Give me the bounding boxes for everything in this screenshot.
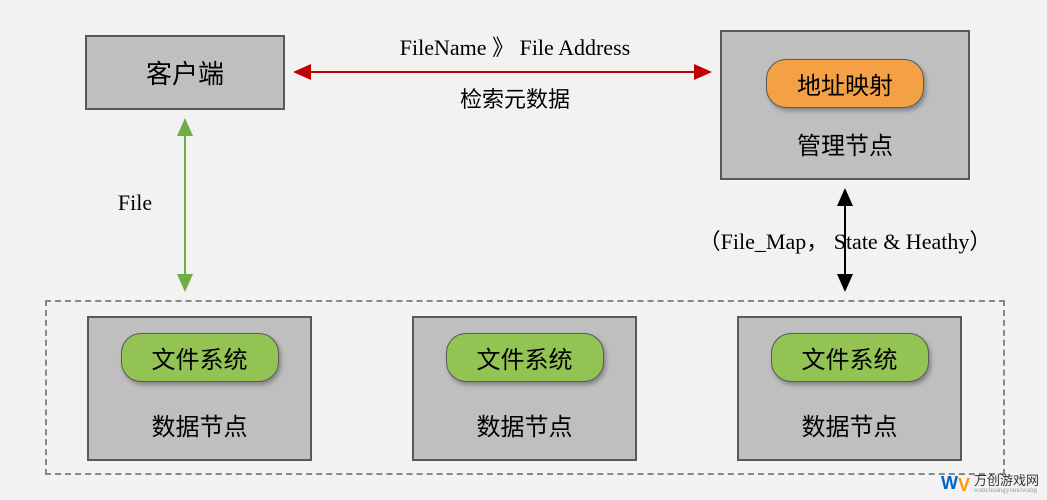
data-node-label-2: 数据节点 [477, 407, 573, 442]
filesystem-pill-3: 文件系统 [771, 333, 929, 382]
filesystem-pill-1: 文件系统 [121, 333, 279, 382]
watermark-cn: 万创游戏网 [974, 474, 1039, 487]
left-arrow [175, 110, 195, 300]
top-arrow [285, 62, 720, 82]
watermark: WV 万创游戏网 wanchuangyouxiwang [941, 473, 1039, 494]
separator: 》 [492, 35, 514, 60]
data-node-3: 文件系统 数据节点 [737, 316, 962, 461]
data-node-2: 文件系统 数据节点 [412, 316, 637, 461]
fileaddress-label: File Address [520, 35, 631, 60]
watermark-en: wanchuangyouxiwang [974, 487, 1039, 494]
client-label: 客户端 [146, 54, 224, 91]
watermark-logo: WV [941, 473, 970, 494]
manager-label: 管理节点 [797, 126, 893, 161]
top-conn-line2: 检索元数据 [415, 82, 615, 114]
filemap-label: （File_Map， State & Heathy） [660, 224, 1030, 256]
data-node-1: 文件系统 数据节点 [87, 316, 312, 461]
data-nodes-container: 文件系统 数据节点 文件系统 数据节点 文件系统 数据节点 [45, 300, 1005, 475]
file-label: File [110, 190, 160, 216]
top-conn-line1: FileName 》 File Address [345, 30, 685, 62]
address-mapping-pill: 地址映射 [766, 59, 924, 108]
client-box: 客户端 [85, 35, 285, 110]
data-node-label-1: 数据节点 [152, 407, 248, 442]
data-node-label-3: 数据节点 [802, 407, 898, 442]
filename-label: FileName [400, 35, 487, 60]
address-mapping-label: 地址映射 [797, 74, 893, 100]
filesystem-pill-2: 文件系统 [446, 333, 604, 382]
manager-box: 地址映射 管理节点 [720, 30, 970, 180]
